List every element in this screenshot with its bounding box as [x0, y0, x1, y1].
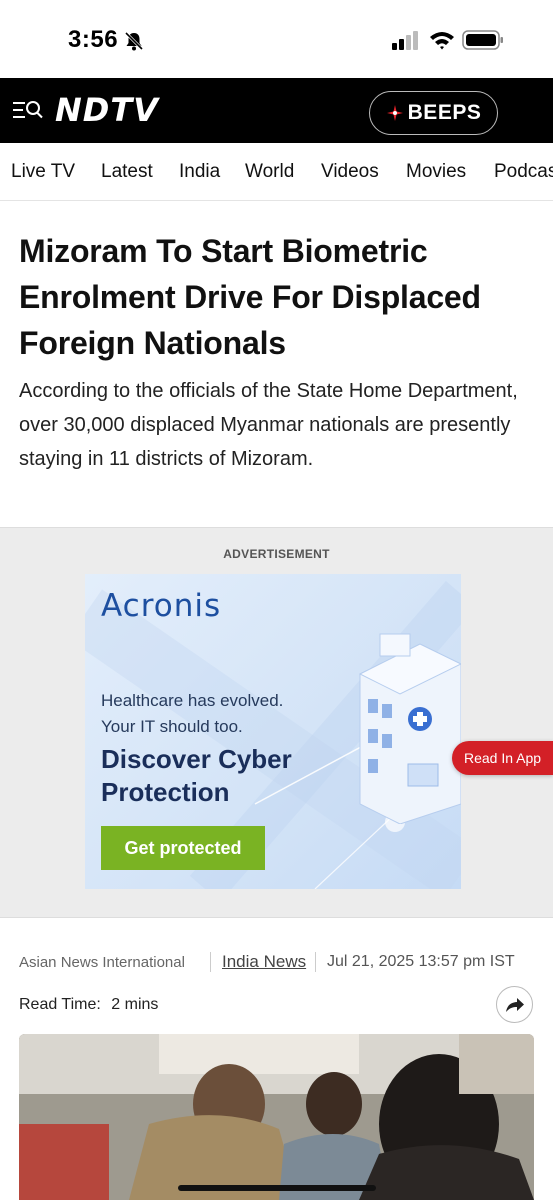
article-source: Asian News International: [19, 954, 185, 971]
home-indicator: [178, 1185, 376, 1191]
beeps-label: BEEPS: [407, 101, 482, 124]
status-time: 3:56: [68, 26, 119, 53]
nav-item-latest[interactable]: Latest: [101, 161, 153, 183]
nav-item-podcasts[interactable]: Podcas: [494, 161, 553, 183]
beeps-button[interactable]: BEEPS: [369, 91, 498, 135]
hospital-building-illustration: [358, 633, 461, 824]
ad-line-2: Your IT should too.: [101, 717, 243, 736]
share-arrow-icon: [505, 997, 524, 1012]
nav-item-world[interactable]: World: [245, 161, 294, 183]
article-date: Jul 21, 2025 13:57 pm IST: [327, 953, 515, 970]
read-in-app-button[interactable]: Read In App: [452, 741, 553, 775]
nav-item-live-tv[interactable]: Live TV: [11, 161, 75, 183]
article-category-link[interactable]: India News: [222, 952, 306, 972]
ad-brand: Acronis: [101, 588, 222, 624]
bell-slash-icon: [124, 31, 144, 51]
nav-item-movies[interactable]: Movies: [406, 161, 466, 183]
nav-item-india[interactable]: India: [179, 161, 220, 183]
wifi-icon: [430, 32, 454, 50]
cellular-signal-icon: [392, 31, 418, 50]
article-photo-image: [19, 1034, 534, 1200]
meta-divider: [315, 952, 316, 972]
ad-cta-button[interactable]: Get protected: [101, 826, 265, 870]
battery-icon: [462, 30, 503, 50]
ad-label: ADVERTISEMENT: [223, 547, 330, 561]
read-time-value: 2 mins: [111, 996, 159, 1013]
ad-line-1: Healthcare has evolved.: [101, 691, 284, 710]
advertisement-block: ADVERTISEMENT Acronis Healthcare has evo…: [0, 527, 553, 918]
article-headline: Mizoram To Start Biometric Enrolment Dri…: [19, 233, 481, 361]
status-bar: 3:56: [0, 0, 553, 78]
site-header: NDTV BEEPS: [0, 78, 553, 143]
ad-heading-2: Protection: [101, 777, 230, 807]
article-meta: Asian News International India News Jul …: [19, 952, 539, 974]
ndtv-logo[interactable]: NDTV: [55, 91, 159, 129]
article-photo[interactable]: [19, 1034, 534, 1200]
ad-banner[interactable]: Acronis Healthcare has evolved. Your IT …: [85, 574, 461, 889]
beeps-icon: [386, 105, 403, 121]
nav-item-videos[interactable]: Videos: [321, 161, 379, 183]
ad-heading-1: Discover Cyber: [101, 744, 292, 774]
article-summary: According to the officials of the State …: [19, 380, 518, 470]
nav-bar: Live TV Latest India World Videos Movies…: [0, 143, 553, 201]
meta-divider: [210, 952, 211, 972]
menu-search-icon[interactable]: [12, 98, 44, 124]
share-button[interactable]: [496, 986, 533, 1023]
read-time: Read Time: 2 mins: [19, 996, 158, 1014]
read-time-label: Read Time:: [19, 996, 101, 1013]
